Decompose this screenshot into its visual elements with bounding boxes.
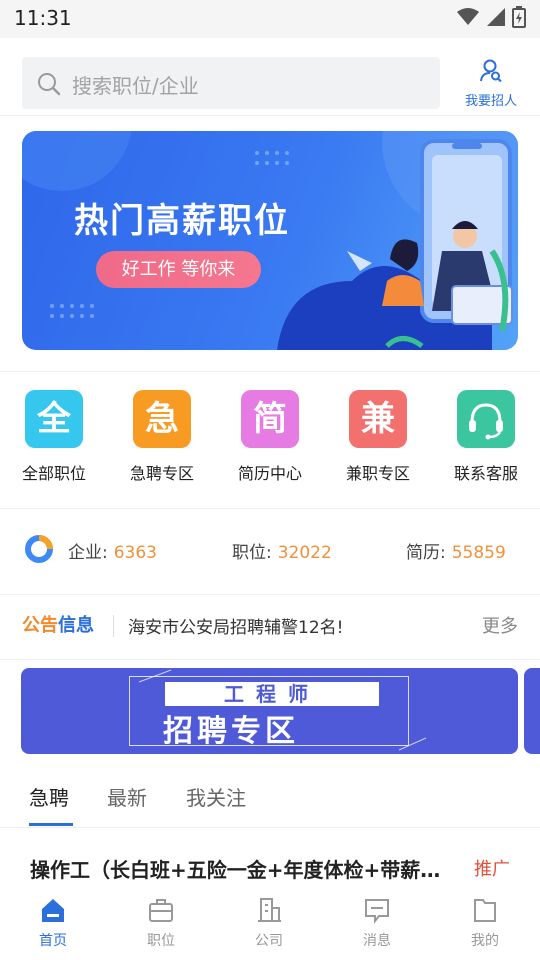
category-badge: 全	[25, 390, 83, 448]
briefcase-icon	[149, 899, 173, 922]
status-bar: 11:31	[0, 0, 540, 38]
category-all-jobs[interactable]: 全 全部职位	[4, 390, 104, 484]
notice-more-link[interactable]: 更多	[482, 612, 518, 638]
headset-icon	[457, 390, 515, 448]
signal-icon	[487, 8, 505, 26]
stat-resume-value: 55859	[451, 543, 506, 563]
status-time: 11:31	[14, 6, 72, 30]
tabbar-profile[interactable]: 我的	[440, 896, 530, 950]
search-icon	[38, 73, 61, 96]
category-badge: 兼	[349, 390, 407, 448]
promo-line2: 招聘专区	[163, 714, 299, 749]
tabbar-label: 公司	[255, 933, 283, 949]
battery-icon	[512, 6, 526, 28]
recruit-button[interactable]: 我要招人	[456, 58, 526, 109]
search-input[interactable]: 搜索职位/企业	[22, 57, 440, 109]
tabbar-company[interactable]: 公司	[224, 896, 314, 950]
stat-job-value: 32022	[277, 543, 332, 563]
search-row: 搜索职位/企业 我要招人	[0, 38, 540, 116]
banner-pill: 好工作 等你来	[96, 251, 261, 288]
notice-text[interactable]: 海安市公安局招聘辅警12名!	[128, 613, 343, 638]
notice-logo: 公告信息	[22, 611, 94, 637]
category-label: 全部职位	[21, 464, 86, 483]
stats-row: 企业: 6363 职位: 32022 简历: 55859	[0, 508, 540, 594]
notice-divider	[113, 615, 114, 637]
tab-latest[interactable]: 最新	[107, 782, 147, 811]
category-badge: 简	[241, 390, 299, 448]
promo-line1: 工程师	[165, 682, 379, 706]
stats-ring-icon	[25, 535, 53, 563]
category-part-time[interactable]: 兼 兼职专区	[328, 390, 428, 484]
stat-company: 企业: 6363	[68, 538, 157, 563]
tabbar-label: 我的	[471, 933, 499, 949]
recruiter-icon	[480, 59, 502, 83]
job-title: 操作工（长白班+五险一金+年度体检+带薪年假）	[30, 858, 460, 882]
profile-icon	[474, 899, 496, 922]
stat-job-label: 职位:	[232, 543, 272, 563]
hero-banner[interactable]: 热门高薪职位 好工作 等你来	[22, 131, 518, 350]
tabbar-jobs[interactable]: 职位	[116, 896, 206, 950]
divider	[0, 659, 540, 660]
notice-bar[interactable]: 公告信息 海安市公安局招聘辅警12名! 更多	[0, 595, 540, 657]
tab-following[interactable]: 我关注	[186, 782, 246, 811]
stat-resume: 简历: 55859	[406, 538, 506, 563]
bottom-tab-bar: 首页 职位 公司 消息 我的	[0, 890, 540, 960]
status-icons	[456, 6, 526, 28]
category-label: 简历中心	[237, 464, 302, 483]
wifi-icon	[457, 8, 479, 25]
stat-resume-label: 简历:	[406, 543, 446, 563]
tabbar-label: 职位	[147, 933, 175, 949]
category-grid: 全 全部职位 急 急聘专区 简 简历中心 兼 兼职专区 联系客服	[0, 372, 540, 502]
banner-title: 热门高薪职位	[74, 201, 290, 241]
category-badge: 急	[133, 390, 191, 448]
message-icon	[365, 899, 389, 924]
tabbar-label: 首页	[39, 933, 67, 949]
tabbar-messages[interactable]: 消息	[332, 896, 422, 950]
category-label: 兼职专区	[345, 464, 410, 483]
tabbar-home[interactable]: 首页	[8, 896, 98, 950]
job-list-item[interactable]: 操作工（长白班+五险一金+年度体检+带薪年假） 推广	[0, 840, 540, 890]
job-tabs: 急聘 最新 我关注	[0, 762, 540, 828]
tabbar-label: 消息	[363, 933, 391, 949]
category-urgent[interactable]: 急 急聘专区	[112, 390, 212, 484]
tab-active-indicator	[29, 823, 73, 826]
notice-logo-b: 信息	[58, 615, 94, 636]
stat-company-value: 6363	[113, 543, 157, 563]
promo-banner-next[interactable]	[524, 668, 540, 754]
category-label: 联系客服	[453, 464, 518, 483]
promoted-badge: 推广	[474, 859, 510, 880]
stat-job: 职位: 32022	[232, 538, 332, 563]
category-label: 急聘专区	[129, 464, 194, 483]
notice-logo-a: 公告	[22, 615, 58, 636]
category-support[interactable]: 联系客服	[436, 390, 536, 484]
stat-company-label: 企业:	[68, 543, 108, 563]
search-placeholder: 搜索职位/企业	[72, 74, 199, 98]
home-icon	[42, 899, 64, 922]
category-resume[interactable]: 简 简历中心	[220, 390, 320, 484]
tab-urgent[interactable]: 急聘	[29, 782, 69, 811]
building-icon	[258, 898, 281, 922]
recruit-label: 我要招人	[464, 94, 517, 109]
promo-banner[interactable]: 工程师 招聘专区	[21, 668, 518, 754]
